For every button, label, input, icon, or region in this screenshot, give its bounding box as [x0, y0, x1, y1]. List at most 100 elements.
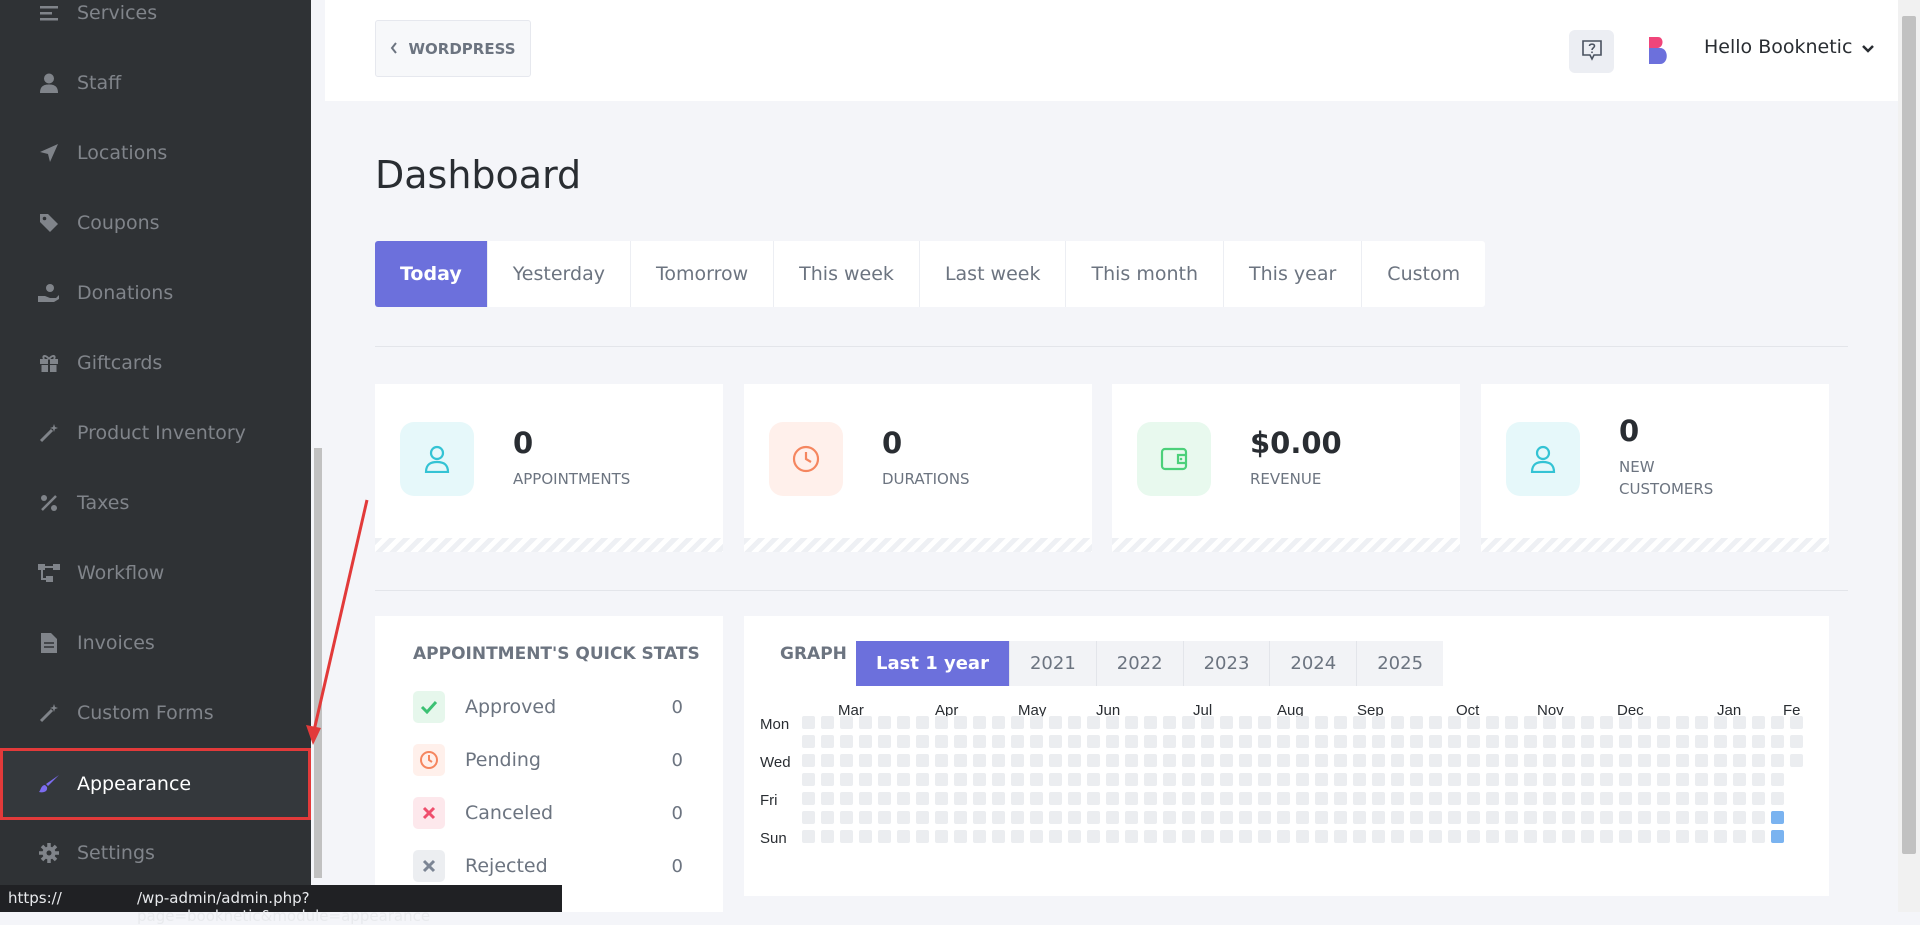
- heatmap-cell[interactable]: [1220, 716, 1233, 729]
- heatmap-cell[interactable]: [1353, 754, 1366, 767]
- heatmap-cell[interactable]: [1258, 792, 1271, 805]
- heatmap-cell[interactable]: [802, 716, 815, 729]
- heatmap-cell[interactable]: [821, 754, 834, 767]
- heatmap-cell[interactable]: [1448, 792, 1461, 805]
- heatmap-cell[interactable]: [1106, 792, 1119, 805]
- heatmap-cell[interactable]: [1600, 735, 1613, 748]
- heatmap-cell[interactable]: [916, 735, 929, 748]
- heatmap-cell[interactable]: [1353, 811, 1366, 824]
- heatmap-cell[interactable]: [1182, 716, 1195, 729]
- heatmap-cell[interactable]: [1372, 792, 1385, 805]
- heatmap-cell[interactable]: [1277, 754, 1290, 767]
- heatmap-cell[interactable]: [1429, 773, 1442, 786]
- heatmap-cell[interactable]: [1315, 773, 1328, 786]
- heatmap-cell[interactable]: [897, 735, 910, 748]
- heatmap-cell[interactable]: [1334, 754, 1347, 767]
- heatmap-cell[interactable]: [1429, 811, 1442, 824]
- heatmap-cell[interactable]: [973, 792, 986, 805]
- heatmap-cell[interactable]: [1239, 754, 1252, 767]
- heatmap-cell[interactable]: [1790, 754, 1803, 767]
- heatmap-cell[interactable]: [1543, 773, 1556, 786]
- heatmap-cell[interactable]: [1543, 716, 1556, 729]
- heatmap-cell[interactable]: [1429, 792, 1442, 805]
- heatmap-cell[interactable]: [1068, 792, 1081, 805]
- heatmap-cell[interactable]: [1657, 830, 1670, 843]
- heatmap-cell[interactable]: [1277, 716, 1290, 729]
- heatmap-cell[interactable]: [1733, 830, 1746, 843]
- heatmap-cell[interactable]: [1600, 716, 1613, 729]
- heatmap-cell[interactable]: [1486, 754, 1499, 767]
- heatmap-cell[interactable]: [1619, 754, 1632, 767]
- heatmap-cell[interactable]: [1163, 811, 1176, 824]
- heatmap-cell[interactable]: [1106, 735, 1119, 748]
- year-tab-2023[interactable]: 2023: [1184, 641, 1271, 686]
- heatmap-cell[interactable]: [1315, 716, 1328, 729]
- heatmap-cell[interactable]: [916, 792, 929, 805]
- heatmap-cell[interactable]: [1676, 735, 1689, 748]
- heatmap-cell[interactable]: [1752, 792, 1765, 805]
- heatmap-cell[interactable]: [840, 716, 853, 729]
- heatmap-cell[interactable]: [1714, 830, 1727, 843]
- sidebar-item-giftcards[interactable]: Giftcards: [0, 328, 311, 398]
- heatmap-cell[interactable]: [1011, 773, 1024, 786]
- heatmap-cell[interactable]: [1638, 830, 1651, 843]
- back-to-wordpress-button[interactable]: WORDPRESS: [375, 20, 531, 77]
- heatmap-cell[interactable]: [1049, 773, 1062, 786]
- heatmap-cell[interactable]: [1619, 792, 1632, 805]
- heatmap-cell[interactable]: [1676, 716, 1689, 729]
- heatmap-cell[interactable]: [1296, 716, 1309, 729]
- sidebar-item-settings[interactable]: Settings: [0, 818, 311, 888]
- heatmap-cell[interactable]: [1638, 754, 1651, 767]
- heatmap-cell[interactable]: [1068, 735, 1081, 748]
- heatmap-cell[interactable]: [821, 811, 834, 824]
- heatmap-cell[interactable]: [1296, 754, 1309, 767]
- heatmap-cell[interactable]: [1353, 773, 1366, 786]
- heatmap-cell[interactable]: [1771, 735, 1784, 748]
- heatmap-cell[interactable]: [1315, 811, 1328, 824]
- heatmap-cell[interactable]: [1505, 773, 1518, 786]
- tab-this-year[interactable]: This year: [1224, 241, 1363, 307]
- heatmap-cell[interactable]: [1296, 735, 1309, 748]
- heatmap-cell[interactable]: [1068, 830, 1081, 843]
- heatmap-cell[interactable]: [973, 754, 986, 767]
- heatmap-cell[interactable]: [1467, 830, 1480, 843]
- tab-today[interactable]: Today: [375, 241, 488, 307]
- heatmap-cell[interactable]: [1372, 716, 1385, 729]
- heatmap-cell[interactable]: [878, 754, 891, 767]
- heatmap-cell[interactable]: [1581, 754, 1594, 767]
- heatmap-cell[interactable]: [1467, 792, 1480, 805]
- heatmap-cell[interactable]: [1372, 754, 1385, 767]
- heatmap-cell[interactable]: [878, 830, 891, 843]
- heatmap-cell[interactable]: [1410, 792, 1423, 805]
- sidebar-item-donations[interactable]: Donations: [0, 258, 311, 328]
- heatmap-cell[interactable]: [1258, 735, 1271, 748]
- page-scrollbar[interactable]: [1898, 0, 1920, 912]
- heatmap-cell[interactable]: [1391, 735, 1404, 748]
- heatmap-cell[interactable]: [1144, 792, 1157, 805]
- heatmap-cell[interactable]: [1676, 830, 1689, 843]
- heatmap-cell[interactable]: [1619, 830, 1632, 843]
- heatmap-cell[interactable]: [1201, 830, 1214, 843]
- heatmap-cell[interactable]: [802, 792, 815, 805]
- heatmap-cell[interactable]: [1581, 830, 1594, 843]
- sidebar-item-workflow[interactable]: Workflow: [0, 538, 311, 608]
- heatmap-cell[interactable]: [1201, 811, 1214, 824]
- heatmap-cell[interactable]: [1771, 754, 1784, 767]
- heatmap-cell[interactable]: [1087, 811, 1100, 824]
- heatmap-cell[interactable]: [1657, 754, 1670, 767]
- heatmap-cell[interactable]: [1771, 716, 1784, 729]
- heatmap-cell[interactable]: [1562, 811, 1575, 824]
- heatmap-cell[interactable]: [916, 811, 929, 824]
- heatmap-cell[interactable]: [1505, 735, 1518, 748]
- heatmap-cell[interactable]: [1296, 830, 1309, 843]
- heatmap-cell[interactable]: [897, 830, 910, 843]
- heatmap-cell[interactable]: [1429, 754, 1442, 767]
- heatmap-cell[interactable]: [1258, 811, 1271, 824]
- heatmap-cell[interactable]: [1239, 773, 1252, 786]
- heatmap-cell[interactable]: [1011, 811, 1024, 824]
- heatmap-cell[interactable]: [1752, 716, 1765, 729]
- heatmap-cell[interactable]: [1505, 830, 1518, 843]
- heatmap-cell[interactable]: [821, 735, 834, 748]
- heatmap-cell[interactable]: [992, 792, 1005, 805]
- heatmap-cell[interactable]: [1638, 773, 1651, 786]
